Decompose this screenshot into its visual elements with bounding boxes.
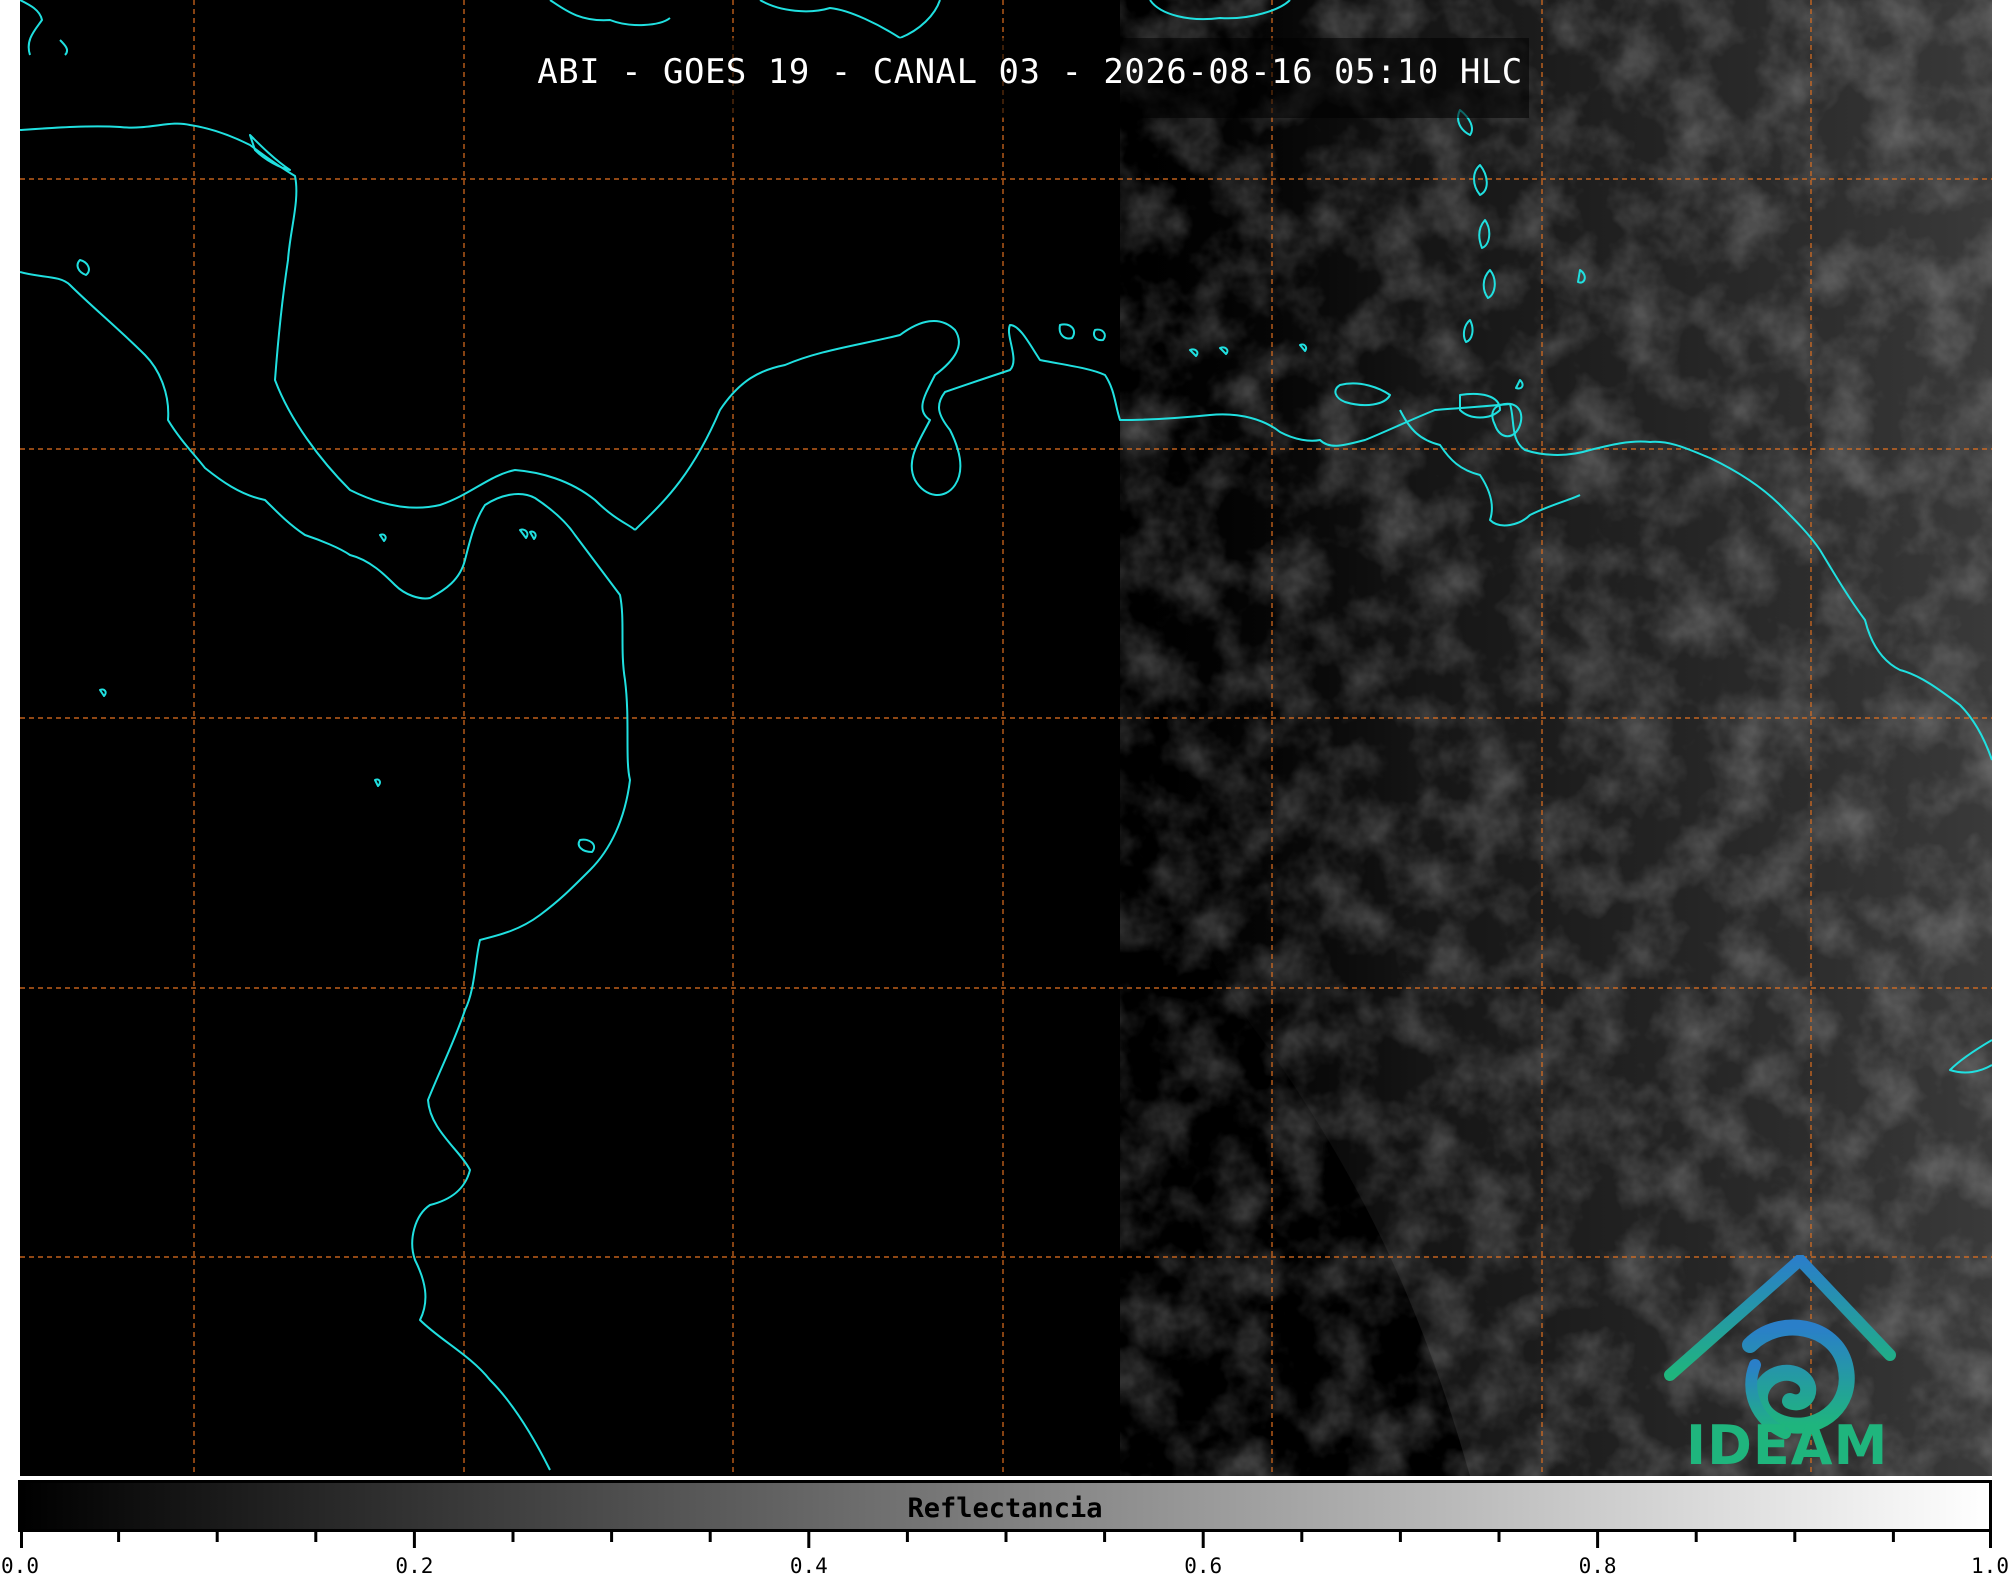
colorbar-tick-label: 0.2 <box>395 1554 434 1578</box>
colorbar-tick-label: 0.0 <box>1 1554 39 1578</box>
colorbar-tick-label: 0.8 <box>1578 1554 1617 1578</box>
colorbar: Reflectancia <box>18 1480 1992 1532</box>
coastline-yucatan-gulf <box>20 122 636 531</box>
map-title: ABI - GOES 19 - CANAL 03 - 2026-08-16 05… <box>537 52 1523 92</box>
coastline-central-america-pacific <box>20 271 631 1471</box>
colorbar-ticks <box>20 1532 1992 1548</box>
ideam-logo-text: IDEAM <box>1686 1414 1889 1477</box>
coastline-pacific-islands <box>76 259 381 787</box>
colorbar-label: Reflectancia <box>907 1493 1103 1524</box>
coastline-panama-islands <box>249 134 596 853</box>
colorbar-tick-label: 1.0 <box>1971 1554 2009 1578</box>
colorbar-tick-label: 0.6 <box>1184 1554 1223 1578</box>
colorbar-tick-label: 0.4 <box>789 1554 828 1578</box>
coastline-north-west-corner <box>20 0 69 56</box>
